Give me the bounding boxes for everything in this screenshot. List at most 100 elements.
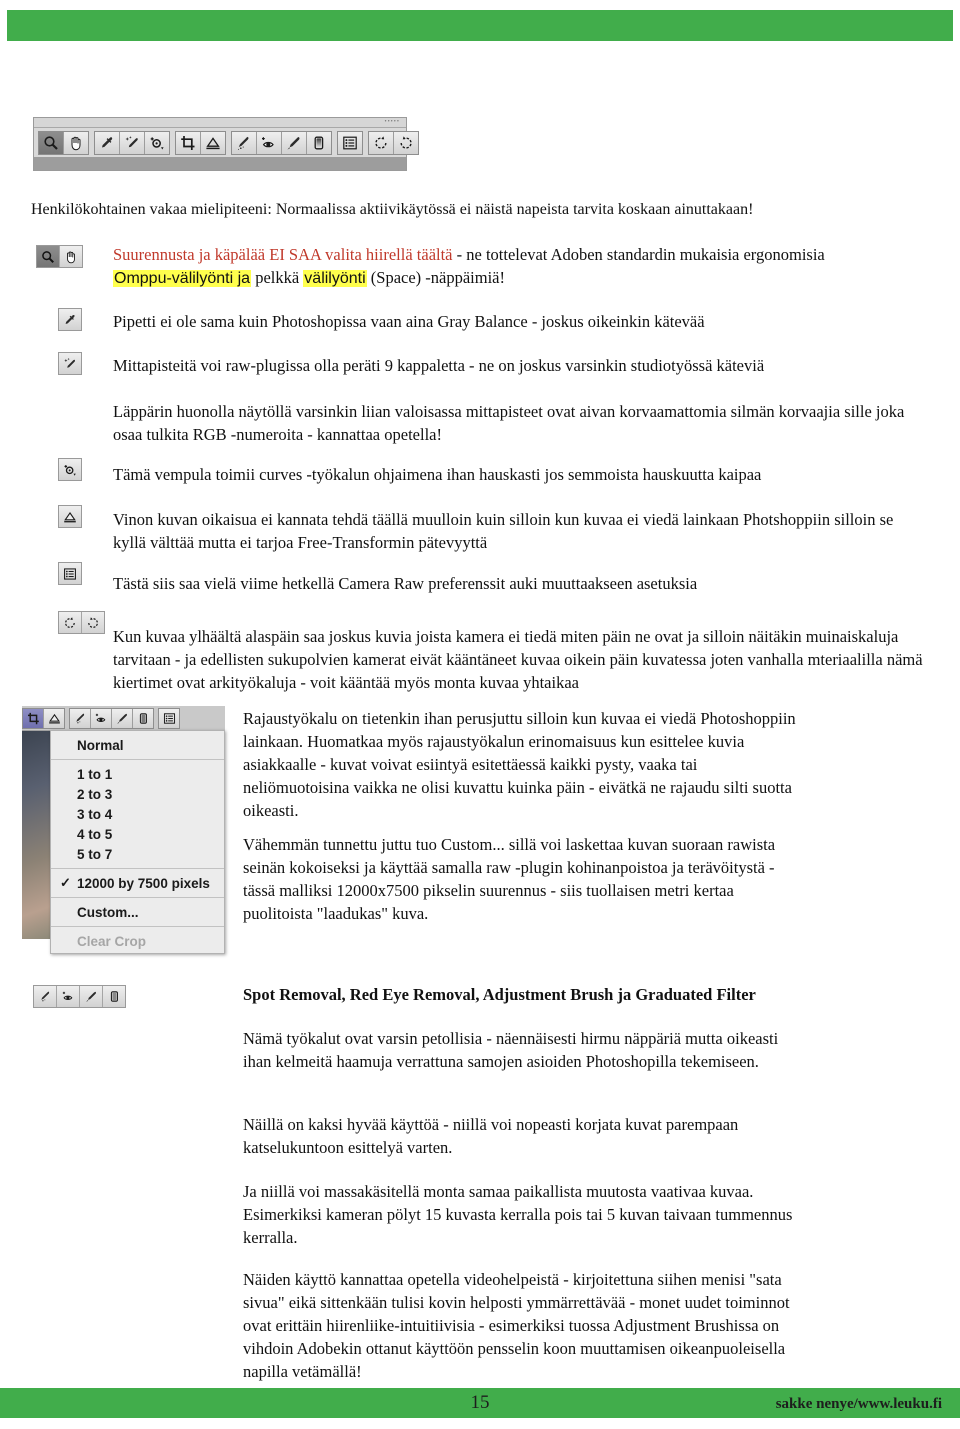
graduated-filter-icon[interactable] [307, 132, 331, 154]
chip-zoom-hand[interactable] [36, 245, 83, 268]
targeted-adjustment-icon[interactable] [145, 132, 169, 154]
straighten-paragraph: Vinon kuvan oikaisua ei kannata tehdä tä… [113, 510, 894, 552]
graduated-filter-icon[interactable] [103, 986, 125, 1007]
hand-icon[interactable] [64, 132, 88, 154]
rotate-right-icon[interactable] [82, 612, 104, 633]
section-paragraph-2: Näillä on kaksi hyvää käyttöä - niillä v… [243, 1115, 739, 1157]
red-eye-removal-icon[interactable] [91, 708, 112, 728]
crop-icon[interactable] [176, 132, 201, 154]
zoom-icon[interactable] [39, 132, 64, 154]
preferences-paragraph: Tästä siis saa vielä viime hetkellä Came… [113, 574, 698, 593]
chip-white-balance[interactable] [58, 308, 82, 331]
zoom-hand-rest: - ne tottelevat Adoben standardin mukais… [452, 245, 825, 264]
hand-icon[interactable] [60, 246, 82, 267]
white-balance-eyedropper-icon[interactable] [95, 132, 120, 154]
toolbar-button-row [34, 128, 419, 157]
sampler-note-paragraph: Läppärin huonolla näytöllä varsinkin lii… [113, 402, 905, 444]
toolbar-group-sampling [94, 131, 170, 155]
zoom-hand-mid: pelkkä [251, 268, 304, 287]
chip-preferences[interactable] [58, 562, 82, 585]
preferences-icon[interactable] [59, 563, 81, 584]
menu-item-label: 2 to 3 [77, 786, 113, 802]
straighten-icon[interactable] [201, 132, 225, 154]
toolbar-group-geometry [175, 131, 226, 155]
targeted-adjustment-paragraph: Tämä vempula toimii curves -työkalun ohj… [113, 465, 762, 484]
crop-tool-screenshot[interactable]: Normal 1 to 1 2 to 3 3 to 4 4 to 5 5 to … [22, 706, 225, 954]
toolbar-group-local-adjustments [231, 131, 332, 155]
red-eye-removal-icon[interactable] [57, 986, 80, 1007]
chip-targeted-adjustment[interactable] [58, 458, 82, 481]
footer-credit: sakke nenye/www.leuku.fi [775, 1396, 942, 1412]
chip-rotate[interactable] [58, 611, 105, 634]
adjustment-brush-icon[interactable] [80, 986, 103, 1007]
menu-separator [51, 897, 224, 898]
section-paragraph-1: Nämä työkalut ovat varsin petollisia - n… [243, 1029, 779, 1071]
menu-item-2-to-3[interactable]: 2 to 3 [51, 784, 224, 804]
menu-item-label: Normal [77, 737, 124, 753]
eyedropper-paragraph: Pipetti ei ole sama kuin Photoshopissa v… [113, 312, 705, 331]
menu-item-1-to-1[interactable]: 1 to 1 [51, 764, 224, 784]
menu-separator [51, 926, 224, 927]
menu-item-3-to-4[interactable]: 3 to 4 [51, 804, 224, 824]
zoom-icon[interactable] [37, 246, 60, 267]
toolbar-title-strip: ••••• [34, 118, 406, 128]
menu-item-4-to-5[interactable]: 4 to 5 [51, 824, 224, 844]
highlight-valilyonti: välilyönti [303, 270, 367, 287]
crop-mini-toolbar [22, 706, 225, 731]
spot-removal-icon[interactable] [232, 132, 257, 154]
crop-aspect-ratio-menu[interactable]: Normal 1 to 1 2 to 3 3 to 4 4 to 5 5 to … [50, 730, 225, 954]
toolbar-bottom-strip [34, 157, 406, 170]
zoom-hand-paragraph: Suurennusta ja käpälää EI SAA valita hii… [113, 243, 943, 290]
menu-item-5-to-7[interactable]: 5 to 7 [51, 844, 224, 864]
rotate-right-icon[interactable] [394, 132, 418, 154]
toolbar-group-navigation [38, 131, 89, 155]
mini-group-preferences [158, 707, 180, 729]
highlight-omppu: Omppu-välilyönti ja [113, 270, 252, 287]
chip-local-tools[interactable] [33, 985, 126, 1008]
menu-separator [51, 868, 224, 869]
preferences-icon[interactable] [338, 132, 362, 154]
straighten-icon[interactable] [44, 708, 64, 728]
spot-removal-icon[interactable] [34, 986, 57, 1007]
header-green-bar [7, 10, 953, 41]
camera-raw-toolbar[interactable]: ••••• [33, 117, 419, 171]
zoom-hand-red-text: Suurennusta ja käpälää EI SAA valita hii… [113, 245, 453, 264]
menu-item-label: Clear Crop [77, 933, 147, 949]
section-paragraph-4: Näiden käyttö kannattaa opetella videohe… [243, 1270, 790, 1381]
section-heading: Spot Removal, Red Eye Removal, Adjustmen… [243, 985, 756, 1004]
color-sampler-eyedropper-icon[interactable] [120, 132, 145, 154]
color-sampler-paragraph: Mittapisteitä voi raw-plugissa olla perä… [113, 356, 765, 375]
menu-item-12000-by-7500-pixels[interactable]: ✓ 12000 by 7500 pixels [51, 873, 224, 893]
menu-item-label: Custom... [77, 904, 139, 920]
straighten-icon[interactable] [59, 506, 81, 527]
chip-straighten[interactable] [58, 505, 82, 528]
menu-item-label: 3 to 4 [77, 806, 113, 822]
red-eye-removal-icon[interactable] [257, 132, 282, 154]
white-balance-eyedropper-icon[interactable] [59, 309, 81, 330]
graduated-filter-icon[interactable] [133, 708, 153, 728]
toolbar-group-preferences [337, 131, 363, 155]
mini-group-local [69, 707, 154, 729]
menu-item-label: 1 to 1 [77, 766, 113, 782]
section-paragraph-3: Ja niillä voi massakäsitellä monta samaa… [243, 1182, 793, 1247]
adjustment-brush-icon[interactable] [112, 708, 133, 728]
chip-color-sampler[interactable] [58, 352, 82, 375]
targeted-adjustment-icon[interactable] [59, 459, 81, 480]
menu-item-label: 5 to 7 [77, 846, 113, 862]
rotate-left-icon[interactable] [59, 612, 82, 633]
spot-removal-icon[interactable] [70, 708, 91, 728]
adjustment-brush-icon[interactable] [282, 132, 307, 154]
menu-separator [51, 759, 224, 760]
menu-item-custom[interactable]: Custom... [51, 902, 224, 922]
crop-icon[interactable] [23, 708, 44, 728]
menu-item-label: 4 to 5 [77, 826, 113, 842]
title-dots: ••••• [384, 119, 400, 125]
menu-item-normal[interactable]: Normal [51, 735, 224, 755]
checkmark-icon: ✓ [60, 875, 71, 890]
rotate-left-icon[interactable] [369, 132, 394, 154]
color-sampler-eyedropper-icon[interactable] [59, 353, 81, 374]
crop-paragraph-1: Rajaustyökalu on tietenkin ihan perusjut… [243, 709, 796, 820]
mini-group-geometry [22, 707, 65, 729]
crop-paragraph-2: Vähemmän tunnettu juttu tuo Custom... si… [243, 835, 776, 923]
preferences-icon[interactable] [159, 708, 179, 728]
